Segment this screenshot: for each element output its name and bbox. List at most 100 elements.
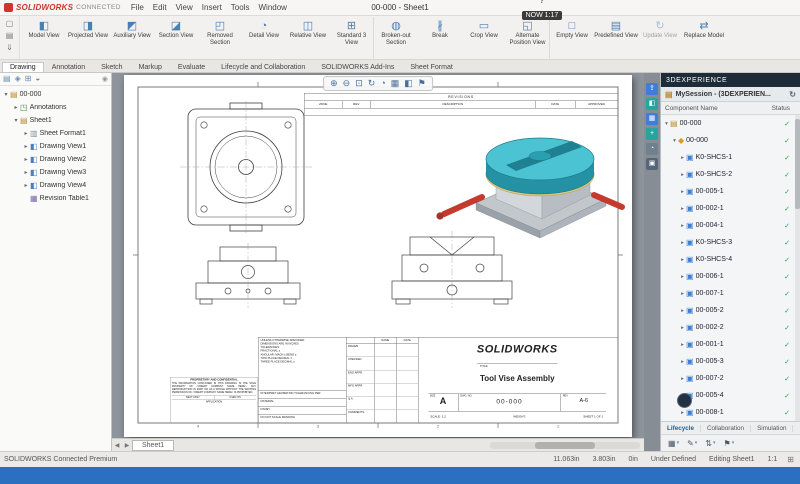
ribbon-tab[interactable]: Drawing <box>2 62 44 72</box>
component-row[interactable]: ▸ ▣ 00-006-1 ✓ <box>661 268 800 285</box>
component-expand-caret[interactable]: ▸ <box>679 257 686 263</box>
component-row[interactable]: ▸ ▣ 00-005-1 ✓ <box>661 183 800 200</box>
feature-manager-tab-icon[interactable]: ◈ <box>15 74 21 84</box>
ribbon-tab[interactable]: Sketch <box>93 62 130 72</box>
tree-expand-caret[interactable]: ▾ <box>12 117 20 124</box>
menu-item[interactable]: Window <box>258 3 286 12</box>
view-toolbar-icon[interactable]: ⊡ <box>355 78 363 89</box>
component-expand-caret[interactable]: ▸ <box>679 308 686 314</box>
scrollbar-thumb[interactable] <box>795 119 800 209</box>
experience-app-icon[interactable]: ◔ <box>646 143 658 155</box>
experience-app-icon[interactable]: + <box>646 128 658 140</box>
experience-app-icon[interactable]: ◧ <box>646 98 658 110</box>
view-toolbar-icon[interactable]: ▦ <box>391 78 400 89</box>
ribbon-button[interactable]: ◫ Relative View <box>286 17 330 58</box>
component-expand-caret[interactable]: ▾ <box>671 138 678 144</box>
experience-app-icon[interactable]: ▦ <box>646 113 658 125</box>
component-expand-caret[interactable]: ▸ <box>679 274 686 280</box>
ribbon-button[interactable]: ▭ Crop View <box>462 17 506 58</box>
component-row[interactable]: ▸ ▣ K0-SHCS-3 ✓ <box>661 234 800 251</box>
ribbon-button[interactable]: ⊞ Standard 3 View <box>330 17 374 58</box>
tree-expand-caret[interactable]: ▸ <box>12 104 20 111</box>
feature-manager-tab-icon[interactable]: ▤ <box>3 74 11 84</box>
ribbon-tab[interactable]: Markup <box>131 62 170 72</box>
feature-tree-item[interactable]: ▾ ▤ Sheet1 <box>0 114 111 127</box>
view-toolbar-icon[interactable]: ⊖ <box>343 78 351 89</box>
component-row[interactable]: ▸ ▣ K0-SHCS-1 ✓ <box>661 149 800 166</box>
component-expand-caret[interactable]: ▸ <box>679 206 686 212</box>
ribbon-tab[interactable]: Evaluate <box>170 62 213 72</box>
component-expand-caret[interactable]: ▸ <box>679 359 686 365</box>
drawing-sheet[interactable]: REVISIONS ZONEREVDESCRIPTIONDATEAPPROVED… <box>124 75 632 437</box>
component-row[interactable]: ▸ ▣ 00-005-2 ✓ <box>661 302 800 319</box>
user-avatar[interactable] <box>677 393 692 408</box>
feature-manager-tab-icon[interactable]: ◒ <box>35 74 40 84</box>
component-row[interactable]: ▸ ▣ 00-004-1 ✓ <box>661 217 800 234</box>
refresh-icon[interactable]: ↻ <box>789 90 796 99</box>
menu-item[interactable]: Insert <box>202 3 222 12</box>
component-row[interactable]: ▸ ▣ 00-007-1 ✓ <box>661 285 800 302</box>
scrollbar-thumb[interactable] <box>535 442 595 449</box>
ribbon-button[interactable]: ◨ Projected View <box>66 17 110 58</box>
grid-icon[interactable]: ⊞ <box>787 455 796 464</box>
quick-access-icon[interactable]: ▤ <box>6 31 14 40</box>
ribbon-button[interactable]: ◧ Model View <box>22 17 66 58</box>
status-column[interactable]: Status <box>772 105 796 112</box>
component-row[interactable]: ▾ ◆ 00-000 ✓ <box>661 132 800 149</box>
component-expand-caret[interactable]: ▸ <box>679 325 686 331</box>
component-expand-caret[interactable]: ▸ <box>679 291 686 297</box>
ribbon-button[interactable]: ⇄ Replace Model <box>682 17 726 58</box>
tree-expand-caret[interactable]: ▸ <box>22 156 30 163</box>
component-expand-caret[interactable]: ▸ <box>679 223 686 229</box>
ribbon-button[interactable]: ▤ Predefined View <box>594 17 638 58</box>
experience-app-icon[interactable]: ⇪ <box>646 83 658 95</box>
component-row[interactable]: ▸ ▣ 00-002-1 ✓ <box>661 200 800 217</box>
ribbon-tab[interactable]: SOLIDWORKS Add-Ins <box>313 62 402 72</box>
ribbon-button[interactable]: ◩ Auxiliary View <box>110 17 154 58</box>
sheet-tab[interactable]: Sheet1 <box>132 440 174 451</box>
feature-tree-item[interactable]: ▸ ◧ Drawing View4 <box>0 179 111 192</box>
ribbon-tab[interactable]: Sheet Format <box>402 62 460 72</box>
component-row[interactable]: ▸ ▣ 00-001-1 ✓ <box>661 336 800 353</box>
tree-expand-caret[interactable]: ▸ <box>22 130 30 137</box>
feature-tree-item[interactable]: ▸ ◳ Annotations <box>0 101 111 114</box>
component-row[interactable]: ▾ ▤ 00-000 ✓ <box>661 115 800 132</box>
ribbon-button[interactable]: ∦ Break <box>418 17 462 58</box>
tree-expand-caret[interactable]: ▸ <box>22 169 30 176</box>
component-expand-caret[interactable]: ▸ <box>679 376 686 382</box>
vertical-scrollbar[interactable] <box>795 115 800 421</box>
feature-manager-tab-icon[interactable]: ⊞ <box>25 74 32 84</box>
sheet-next-arrow[interactable]: ▶ <box>122 442 132 449</box>
ribbon-tab[interactable]: Lifecycle and Collaboration <box>213 62 313 72</box>
component-row[interactable]: ▸ ▣ K0-SHCS-2 ✓ <box>661 166 800 183</box>
feature-tree-item[interactable]: ▾ ▤ 00-000 <box>0 88 111 101</box>
component-name-column[interactable]: Component Name <box>665 105 718 112</box>
ribbon-button[interactable]: ◍ Broken-out Section <box>374 17 418 58</box>
ribbon-button[interactable]: ◰ Removed Section <box>198 17 242 58</box>
feature-tree-item[interactable]: ▸ ◧ Drawing View2 <box>0 153 111 166</box>
drawing-canvas[interactable]: ⊕⊖⊡↻◔▦◧⚑ <box>112 73 644 451</box>
view-toolbar-icon[interactable]: ◔ <box>380 78 385 89</box>
menu-item[interactable]: Edit <box>153 3 167 12</box>
component-expand-caret[interactable]: ▸ <box>679 342 686 348</box>
menu-item[interactable]: View <box>176 3 193 12</box>
component-row[interactable]: ▸ ▣ 00-005-3 ✓ <box>661 353 800 370</box>
feature-tree-item[interactable]: ▸ ◧ Drawing View1 <box>0 140 111 153</box>
experience-tab[interactable]: Lifecycle <box>661 425 701 432</box>
ribbon-button[interactable]: ◔ Detail View <box>242 17 286 58</box>
tree-expand-caret[interactable]: ▸ <box>22 182 30 189</box>
ribbon-tab[interactable]: Annotation <box>44 62 93 72</box>
experience-tab[interactable]: Simulation <box>751 425 793 432</box>
component-row[interactable]: ▸ ▣ K0-SHCS-4 ✓ <box>661 251 800 268</box>
component-row[interactable]: ▸ ▣ 00-002-2 ✓ <box>661 319 800 336</box>
ribbon-button[interactable]: □ Empty View <box>550 17 594 58</box>
experience-app-icon[interactable]: ▣ <box>646 158 658 170</box>
component-expand-caret[interactable]: ▸ <box>679 155 686 161</box>
feature-tree-item[interactable]: ▦ Revision Table1 <box>0 192 111 205</box>
title-block[interactable]: UNLESS OTHERWISE SPECIFIED:DIMENSIONS AR… <box>258 337 618 423</box>
component-row[interactable]: ▸ ▣ 00-007-2 ✓ <box>661 370 800 387</box>
tree-expand-caret[interactable]: ▾ <box>2 91 10 98</box>
experience-tab[interactable]: Collaboration <box>701 425 751 432</box>
sheet-prev-arrow[interactable]: ◀ <box>112 442 122 449</box>
experience-tool-button[interactable]: ✎ ▾ <box>687 439 697 448</box>
